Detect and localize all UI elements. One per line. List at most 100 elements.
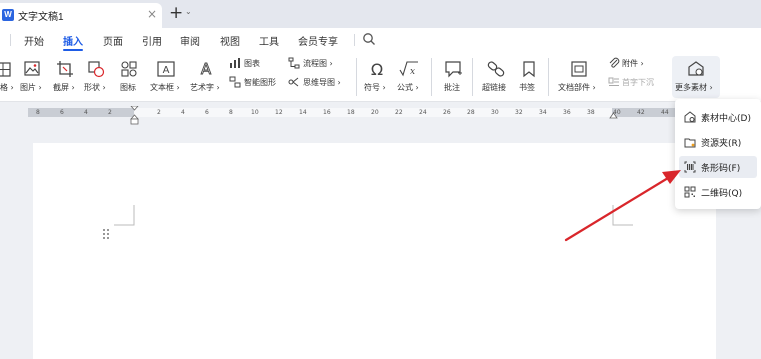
new-tab-button[interactable]: +: [169, 3, 183, 23]
ruler-label: 32: [515, 109, 523, 116]
wordart-button[interactable]: 艺术字 ›: [190, 82, 220, 93]
bookmark-icon[interactable]: [519, 59, 539, 79]
ruler-label: 20: [371, 109, 379, 116]
shapes-button[interactable]: 形状 ›: [84, 82, 106, 93]
table-label[interactable]: 格 ›: [0, 82, 14, 93]
document-page[interactable]: [33, 143, 716, 359]
screenshot-button[interactable]: 截屏 ›: [53, 82, 75, 93]
mindmap-icon[interactable]: [288, 76, 300, 88]
search-icon[interactable]: [362, 32, 376, 46]
ruler-label: 12: [275, 109, 283, 116]
screenshot-icon[interactable]: [55, 59, 75, 79]
menu-item-material-center[interactable]: 素材中心(D): [679, 106, 757, 128]
comment-icon[interactable]: [443, 59, 463, 79]
comment-button[interactable]: 批注: [444, 82, 460, 93]
formula-icon[interactable]: x: [399, 59, 419, 79]
svg-text:Ω: Ω: [371, 60, 383, 79]
horizontal-ruler: 8 6 4 2 2 4 6 8 10 12 14 16 18 20 22 24 …: [0, 106, 761, 125]
new-tab-menu-icon[interactable]: ⌄: [185, 7, 192, 16]
chart-icon[interactable]: [229, 57, 241, 69]
drag-handle-icon[interactable]: [102, 228, 110, 240]
title-bar: W 文字文稿1 × + ⌄: [0, 0, 761, 28]
svg-text:A: A: [201, 60, 212, 78]
ruler-label: 6: [60, 109, 64, 116]
smart-art-button[interactable]: 智能图形: [244, 77, 276, 88]
ruler-label: 16: [323, 109, 331, 116]
hyperlink-button[interactable]: 超链接: [482, 82, 506, 93]
flowchart-icon[interactable]: [288, 57, 300, 69]
ruler-label: 24: [419, 109, 427, 116]
tab-member[interactable]: 会员专享: [298, 33, 338, 48]
menu-item-label: 素材中心(D): [701, 114, 751, 124]
margin-corner-top-right: [612, 205, 633, 226]
menu-item-resource-folder[interactable]: 资源夹(R): [679, 131, 757, 153]
table-icon[interactable]: [0, 60, 14, 80]
smart-art-icon[interactable]: [229, 76, 241, 88]
ruler-label: 2: [108, 109, 112, 116]
tab-references[interactable]: 引用: [142, 33, 162, 48]
more-materials-menu: 素材中心(D) 资源夹(R) 条形码(F) 二维码(Q): [675, 99, 761, 209]
ruler-label: 4: [84, 109, 88, 116]
tab-page[interactable]: 页面: [103, 33, 123, 48]
document-title: 文字文稿1: [18, 12, 64, 23]
wps-writer-icon: W: [2, 9, 14, 21]
material-center-icon: [684, 111, 696, 123]
tab-home[interactable]: 开始: [24, 33, 44, 48]
bookmark-button[interactable]: 书签: [519, 82, 535, 93]
flowchart-button[interactable]: 流程图 ›: [303, 58, 333, 69]
document-parts-icon[interactable]: [569, 59, 589, 79]
chart-button[interactable]: 图表: [244, 58, 260, 69]
ruler-label: 6: [205, 109, 209, 116]
barcode-icon: [684, 161, 696, 173]
ruler-label: 36: [563, 109, 571, 116]
symbol-button[interactable]: 符号 ›: [364, 82, 386, 93]
ruler-label: 44: [661, 109, 669, 116]
textbox-button[interactable]: 文本框 ›: [150, 82, 180, 93]
divider: [548, 58, 549, 96]
symbol-icon[interactable]: Ω: [367, 59, 387, 79]
menu-item-label: 二维码(Q): [701, 189, 743, 199]
menu-item-label: 条形码(F): [701, 164, 741, 174]
ruler-label: 30: [491, 109, 499, 116]
close-tab-icon[interactable]: ×: [147, 7, 157, 21]
tab-view[interactable]: 视图: [220, 33, 240, 48]
formula-button[interactable]: 公式 ›: [397, 82, 419, 93]
document-tab[interactable]: W 文字文稿1 ×: [0, 3, 162, 28]
more-materials-icon: [688, 61, 704, 76]
shapes-icon[interactable]: [86, 59, 106, 79]
wordart-icon[interactable]: A: [196, 59, 216, 79]
divider: [472, 58, 473, 96]
ruler-label: 8: [36, 109, 40, 116]
more-materials-label: 更多素材 ›: [675, 83, 713, 92]
ruler-label: 4: [181, 109, 185, 116]
picture-icon[interactable]: [22, 59, 42, 79]
document-parts-button[interactable]: 文档部件 ›: [558, 82, 596, 93]
right-indent-marker-icon[interactable]: [609, 106, 618, 119]
divider: [354, 34, 355, 46]
qrcode-icon: [684, 186, 696, 198]
icons-icon[interactable]: [119, 59, 139, 79]
divider: [431, 58, 432, 96]
indent-marker-icon[interactable]: [130, 106, 139, 125]
hyperlink-icon[interactable]: [486, 59, 506, 79]
mindmap-button[interactable]: 思维导图 ›: [303, 77, 341, 88]
attachment-button[interactable]: 附件 ›: [622, 58, 644, 69]
menu-item-qrcode[interactable]: 二维码(Q): [679, 181, 757, 203]
ruler-label: 28: [467, 109, 475, 116]
menu-item-label: 资源夹(R): [701, 139, 742, 149]
menu-item-barcode[interactable]: 条形码(F): [679, 156, 757, 178]
drop-cap-icon: [608, 77, 619, 86]
tab-insert[interactable]: 插入: [63, 33, 83, 48]
attachment-icon[interactable]: [608, 57, 620, 69]
picture-button[interactable]: 图片 ›: [20, 82, 42, 93]
more-materials-button[interactable]: 更多素材 ›: [672, 56, 720, 98]
tab-tools[interactable]: 工具: [259, 33, 279, 48]
svg-text:x: x: [410, 67, 415, 77]
ruler-label: 10: [251, 109, 259, 116]
icons-button[interactable]: 图标: [120, 82, 136, 93]
ruler-label: 18: [347, 109, 355, 116]
drop-cap-button: 首字下沉: [622, 78, 654, 87]
textbox-icon[interactable]: A: [156, 59, 176, 79]
ruler-label: 22: [395, 109, 403, 116]
tab-review[interactable]: 审阅: [180, 33, 200, 48]
